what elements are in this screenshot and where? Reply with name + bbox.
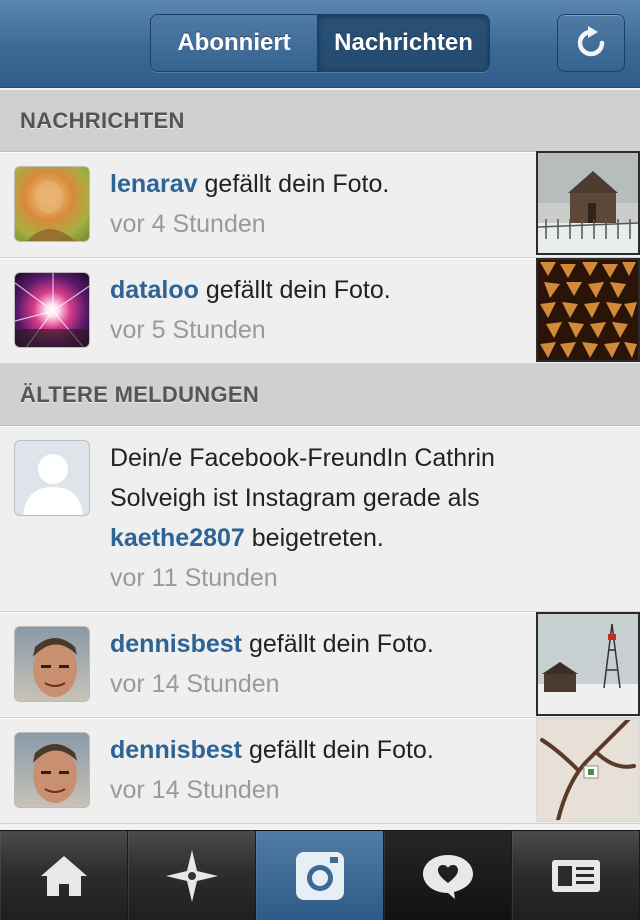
list-item[interactable]: Dein/e Facebook-FreundIn Cathrin Solveig… bbox=[0, 426, 640, 612]
explore-icon bbox=[165, 850, 218, 902]
timestamp: vor 4 Stunden bbox=[110, 210, 266, 238]
notification-text: dataloo gefällt dein Foto. vor 5 Stunden bbox=[110, 270, 391, 350]
photo-thumbnail[interactable] bbox=[536, 258, 640, 362]
notification-message: gefällt dein Foto. bbox=[205, 276, 391, 304]
notification-message: gefällt dein Foto. bbox=[248, 630, 434, 658]
username-link[interactable]: dataloo bbox=[110, 276, 199, 304]
news-icon bbox=[422, 855, 473, 899]
photo-thumbnail[interactable] bbox=[536, 718, 640, 822]
default-avatar-icon[interactable] bbox=[14, 440, 90, 516]
top-nav-bar: Abonniert Nachrichten bbox=[0, 0, 640, 88]
tab-explore[interactable] bbox=[128, 831, 256, 920]
tab-news[interactable]: Nachrichten bbox=[318, 15, 489, 71]
tab-camera[interactable] bbox=[256, 831, 384, 920]
camera-icon bbox=[295, 852, 344, 900]
avatar[interactable] bbox=[14, 166, 90, 242]
username-link[interactable]: kaethe2807 bbox=[110, 524, 245, 552]
tab-following[interactable]: Abonniert bbox=[151, 15, 319, 71]
section-header-news: NACHRICHTEN bbox=[0, 90, 640, 152]
avatar[interactable] bbox=[14, 272, 90, 348]
list-item[interactable]: dennisbest gefällt dein Foto. vor 14 Stu… bbox=[0, 718, 640, 824]
list-item[interactable]: dataloo gefällt dein Foto. vor 5 Stunden bbox=[0, 258, 640, 364]
profile-icon bbox=[551, 860, 600, 892]
notification-text: lenarav gefällt dein Foto. vor 4 Stunden bbox=[110, 164, 389, 244]
notification-message: gefällt dein Foto. bbox=[248, 736, 434, 764]
bottom-tab-bar bbox=[0, 830, 640, 920]
photo-thumbnail[interactable] bbox=[536, 151, 640, 255]
timestamp: vor 5 Stunden bbox=[110, 316, 266, 344]
feed-segmented-control: Abonniert Nachrichten bbox=[150, 14, 490, 72]
avatar[interactable] bbox=[14, 626, 90, 702]
home-icon bbox=[40, 856, 87, 896]
refresh-icon bbox=[577, 26, 605, 57]
timestamp: vor 11 Stunden bbox=[110, 564, 278, 592]
notification-message-suffix: beigetreten. bbox=[251, 524, 384, 552]
notification-message: Dein/e Facebook-FreundIn Cathrin Solveig… bbox=[110, 444, 495, 512]
avatar[interactable] bbox=[14, 732, 90, 808]
photo-thumbnail[interactable] bbox=[536, 612, 640, 716]
list-item[interactable]: lenarav gefällt dein Foto. vor 4 Stunden bbox=[0, 151, 640, 258]
timestamp: vor 14 Stunden bbox=[110, 776, 280, 804]
list-item[interactable]: dennisbest gefällt dein Foto. vor 14 Stu… bbox=[0, 612, 640, 718]
tab-news[interactable] bbox=[384, 831, 512, 920]
tab-profile[interactable] bbox=[512, 831, 640, 920]
notification-text: dennisbest gefällt dein Foto. vor 14 Stu… bbox=[110, 730, 434, 810]
timestamp: vor 14 Stunden bbox=[110, 670, 280, 698]
notification-text: dennisbest gefällt dein Foto. vor 14 Stu… bbox=[110, 624, 434, 704]
section-header-older: ÄLTERE MELDUNGEN bbox=[0, 364, 640, 426]
notification-text: Dein/e Facebook-FreundIn Cathrin Solveig… bbox=[110, 438, 550, 598]
username-link[interactable]: dennisbest bbox=[110, 630, 242, 658]
refresh-button[interactable] bbox=[557, 14, 625, 72]
notification-message: gefällt dein Foto. bbox=[204, 170, 390, 198]
tab-home[interactable] bbox=[0, 831, 128, 920]
username-link[interactable]: dennisbest bbox=[110, 736, 242, 764]
username-link[interactable]: lenarav bbox=[110, 170, 198, 198]
